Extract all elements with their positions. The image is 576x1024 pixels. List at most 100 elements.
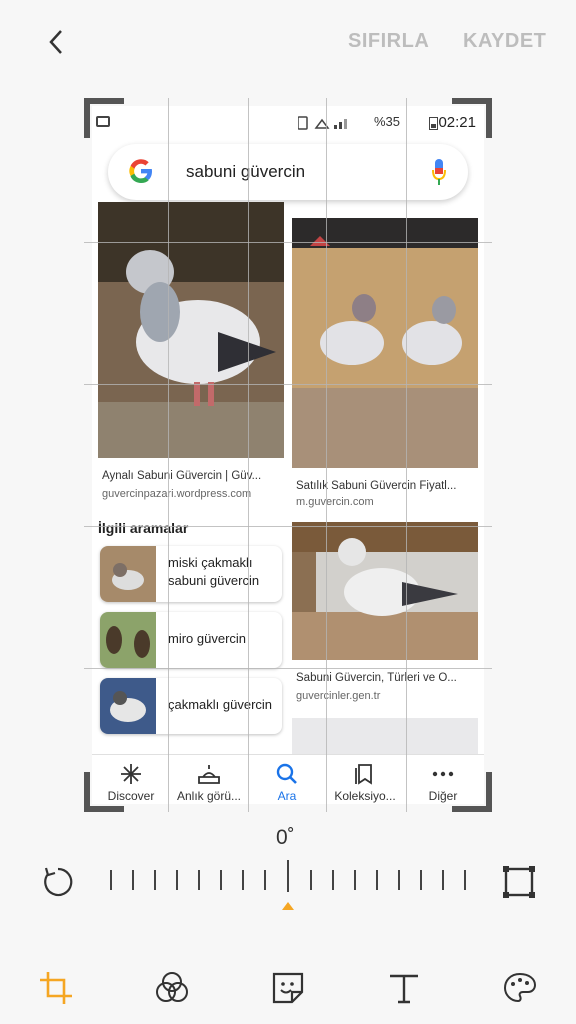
related-item-1[interactable]: miski çakmaklı sabuni güvercin (100, 546, 282, 602)
pigeon-thumb (112, 563, 144, 590)
crop-grid-line (326, 98, 327, 812)
related-item-2[interactable]: miro güvercin (100, 612, 282, 668)
rotate-icon[interactable] (40, 864, 76, 900)
crop-grid-line (406, 98, 407, 812)
related-label-2: miro güvercin (168, 631, 247, 646)
draw-tool-icon[interactable] (502, 970, 538, 1006)
rotation-angle: 0˚ (276, 826, 295, 849)
ruler-tick (176, 870, 178, 890)
related-item-3[interactable]: çakmaklı güvercin (100, 678, 282, 734)
related-label-1: miski çakmaklı sabuni güvercin (168, 555, 260, 588)
search-query: sabuni güvercin (186, 162, 306, 181)
pigeon-photo (292, 522, 478, 660)
ruler-tick (332, 870, 334, 890)
crop-grid-line (168, 98, 169, 812)
crop-tool-icon[interactable] (38, 970, 74, 1006)
chevron-left-icon (49, 30, 62, 54)
result-image-3[interactable] (292, 522, 478, 660)
result-domain-2: m.guvercin.com (296, 496, 374, 508)
collections-icon (355, 764, 372, 785)
mic-icon[interactable] (432, 158, 446, 186)
crop-grid-line (84, 384, 492, 385)
ruler-tick (442, 870, 444, 890)
result-image-2[interactable] (292, 218, 478, 468)
ruler-tick (376, 870, 378, 890)
search-icon (276, 763, 297, 784)
related-thumb-2 (100, 612, 156, 668)
crop-grid-line (84, 526, 492, 527)
pigeon-thumb (106, 626, 150, 658)
rotation-ruler[interactable] (100, 860, 476, 896)
crop-frame[interactable]: %35 02:21 sabuni güvercin Aynalı Sabuni … (84, 98, 492, 812)
signal-icons (298, 116, 347, 130)
crop-corner-handle[interactable] (84, 806, 124, 812)
result-title-3[interactable]: Sabuni Güvercin, Türleri ve Ö... (296, 672, 476, 684)
nav-more[interactable]: Diğer (404, 755, 482, 804)
crop-corner-handle[interactable] (84, 98, 124, 104)
nav-label: Diğer (428, 789, 458, 803)
ruler-tick (420, 870, 422, 890)
ruler-tick (242, 870, 244, 890)
ruler-tick (198, 870, 200, 890)
reset-button[interactable]: SIFIRLA (348, 30, 429, 53)
ruler-tick (464, 870, 466, 890)
nav-label: Anlık görü... (176, 789, 242, 803)
nav-collections[interactable]: Koleksiyo... (326, 755, 404, 804)
ruler-tick (398, 870, 400, 890)
ruler-tick (154, 870, 156, 890)
sticker-tool-icon[interactable] (270, 970, 306, 1006)
ruler-center-tick (287, 860, 289, 892)
crop-corner-handle[interactable] (84, 772, 90, 812)
result-domain-1: guvercinpazari.wordpress.com (102, 488, 252, 500)
more-icon (432, 771, 454, 777)
crop-corner-handle[interactable] (84, 98, 90, 138)
back-button[interactable] (38, 24, 74, 60)
ruler-pointer (282, 902, 294, 910)
bottom-nav: Discover Anlık görü... Ara Koleksiyo... … (92, 754, 484, 804)
ruler-tick (220, 870, 222, 890)
ruler-tick (132, 870, 134, 890)
text-tool-icon[interactable] (386, 970, 422, 1006)
battery-icon (429, 117, 438, 130)
pigeon-thumb (110, 691, 146, 722)
asterisk-icon (121, 764, 141, 784)
status-time: 02:21 (438, 114, 476, 131)
related-thumb-3 (100, 678, 156, 734)
updates-icon (198, 765, 220, 784)
filter-tool-icon[interactable] (154, 970, 190, 1006)
pigeon-photo (98, 202, 284, 458)
nav-updates[interactable]: Anlık görü... (170, 755, 248, 804)
crop-grid-line (84, 668, 492, 669)
crop-grid-line (248, 98, 249, 812)
top-bar: SIFIRLA KAYDET (0, 0, 576, 84)
pigeons-photo (292, 218, 478, 468)
battery-percent: %35 (373, 114, 400, 129)
nav-label: Koleksiyo... (334, 789, 396, 803)
image-notification-icon (96, 116, 110, 127)
google-logo-icon (129, 159, 152, 183)
ruler-tick (264, 870, 266, 890)
result-title-2[interactable]: Satılık Sabuni Güvercin Fiyatl... (296, 480, 476, 492)
nav-discover[interactable]: Discover (92, 755, 170, 804)
related-label-3: çakmaklı güvercin (168, 697, 273, 712)
related-searches-title: İlgili aramalar (98, 520, 189, 536)
save-button[interactable]: KAYDET (463, 30, 546, 53)
search-bar[interactable]: sabuni güvercin (108, 144, 468, 200)
nav-label: Discover (107, 789, 155, 803)
result-domain-3: guvercinler.gen.tr (296, 690, 381, 702)
nav-label: Ara (277, 789, 297, 803)
result-image-1[interactable] (98, 202, 284, 458)
ruler-tick (310, 870, 312, 890)
crop-grid-line (84, 242, 492, 243)
result-title-1[interactable]: Aynalı Sabuni Güvercin | Güv... (102, 470, 282, 482)
crop-corner-handle[interactable] (486, 98, 492, 138)
free-crop-icon[interactable] (500, 864, 538, 900)
ruler-tick (354, 870, 356, 890)
status-bar: %35 02:21 (92, 106, 484, 140)
screenshot-preview: %35 02:21 sabuni güvercin Aynalı Sabuni … (92, 106, 484, 804)
ruler-tick (110, 870, 112, 890)
result-image-4[interactable] (292, 718, 478, 758)
nav-search[interactable]: Ara (248, 755, 326, 804)
related-thumb-1 (100, 546, 156, 602)
crop-corner-handle[interactable] (486, 772, 492, 812)
